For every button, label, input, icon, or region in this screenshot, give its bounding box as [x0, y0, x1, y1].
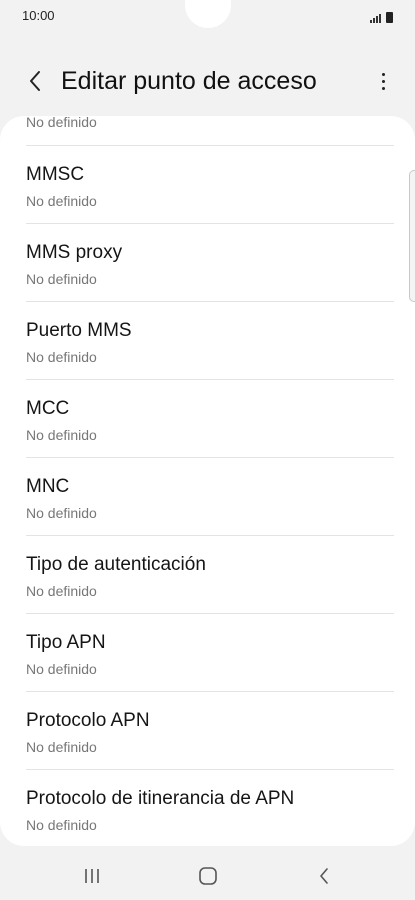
list-item-label: MMSC: [26, 164, 85, 185]
signal-icon: [370, 14, 381, 23]
list-item-apn-protocol[interactable]: Protocolo APN No definido: [26, 692, 394, 770]
list-item-value: No definido: [26, 817, 97, 833]
list-item-label: Protocolo APN: [26, 710, 150, 731]
list-item-value: No definido: [26, 193, 97, 209]
app-header: Editar punto de acceso: [0, 56, 415, 108]
recent-apps-icon: [85, 869, 99, 883]
list-item-value: No definido: [26, 583, 97, 599]
list-item-apn-roaming-protocol[interactable]: Protocolo de itinerancia de APN No defin…: [26, 770, 394, 846]
list-item-label: Tipo APN: [26, 632, 106, 653]
list-item-label: Protocolo de itinerancia de APN: [26, 788, 295, 809]
list-item-value: No definido: [26, 739, 97, 755]
more-options-icon: [381, 72, 385, 90]
list-item-value: No definido: [26, 271, 97, 287]
list-item-value: No definido: [26, 505, 97, 521]
page-title: Editar punto de acceso: [61, 67, 317, 95]
status-icons: [370, 9, 393, 23]
list-item-label: MNC: [26, 476, 70, 497]
list-item-label: Tipo de autenticación: [26, 554, 206, 575]
back-arrow-icon: [30, 71, 40, 91]
list-item-auth-type[interactable]: Tipo de autenticación No definido: [26, 536, 394, 614]
home-button[interactable]: [186, 858, 230, 894]
status-time: 10:00: [22, 8, 55, 23]
status-bar: 10:00: [0, 0, 415, 34]
battery-icon: [386, 12, 393, 23]
list-item-value: No definido: [26, 349, 97, 365]
nav-back-button[interactable]: [302, 858, 346, 894]
back-button[interactable]: [20, 66, 50, 96]
recent-apps-button[interactable]: [70, 858, 114, 894]
home-icon: [199, 867, 217, 885]
navigation-bar: [0, 852, 415, 900]
list-item-mnc[interactable]: MNC No definido: [26, 458, 394, 536]
list-item-value: No definido: [26, 427, 97, 443]
settings-list: No definido MMSC No definido MMS proxy N…: [0, 116, 415, 846]
list-item-label: Puerto MMS: [26, 320, 132, 341]
list-item-partial[interactable]: No definido: [26, 116, 394, 146]
more-options-button[interactable]: [373, 66, 393, 96]
list-item-mmsc[interactable]: MMSC No definido: [26, 146, 394, 224]
nav-back-icon: [320, 868, 328, 884]
list-item-label: MMS proxy: [26, 242, 123, 263]
list-item-mcc[interactable]: MCC No definido: [26, 380, 394, 458]
list-item-label: MCC: [26, 398, 70, 419]
scrollbar[interactable]: [409, 170, 415, 302]
list-item-value: No definido: [26, 661, 97, 677]
list-item-mms-proxy[interactable]: MMS proxy No definido: [26, 224, 394, 302]
camera-notch: [185, 0, 231, 28]
settings-list-inner: No definido MMSC No definido MMS proxy N…: [0, 116, 415, 846]
list-item-mms-port[interactable]: Puerto MMS No definido: [26, 302, 394, 380]
list-item-apn-type[interactable]: Tipo APN No definido: [26, 614, 394, 692]
list-item-value: No definido: [26, 116, 97, 130]
